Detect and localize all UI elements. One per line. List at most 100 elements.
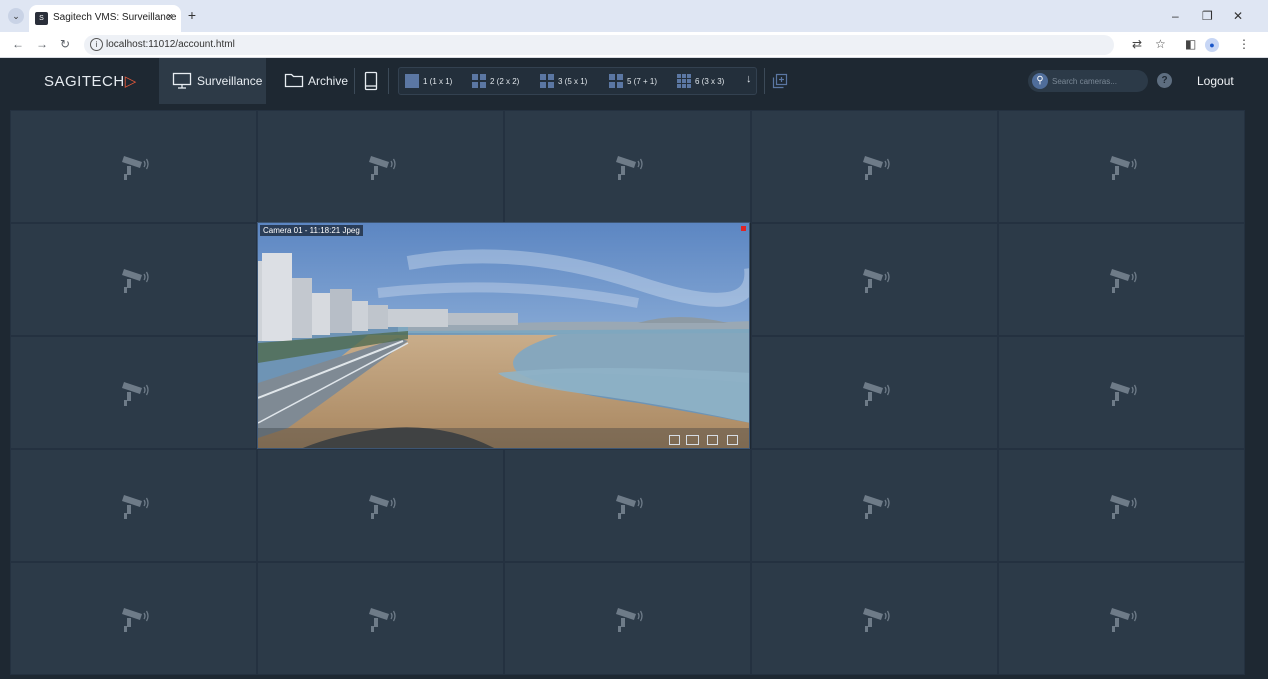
cctv-camera-icon xyxy=(118,604,150,634)
camera-cell-empty[interactable] xyxy=(257,562,504,675)
help-icon[interactable]: ? xyxy=(1157,73,1172,88)
camera-cell-empty[interactable] xyxy=(998,336,1245,449)
camera-cell-empty[interactable] xyxy=(504,110,751,223)
cctv-camera-icon xyxy=(365,491,397,521)
camera-cell-empty[interactable] xyxy=(10,110,257,223)
forward-icon[interactable]: → xyxy=(36,37,48,51)
profile-avatar-icon[interactable]: ● xyxy=(1205,38,1219,52)
single-layout-icon xyxy=(405,74,419,88)
close-window-icon[interactable]: ✕ xyxy=(1233,9,1243,23)
cctv-camera-icon xyxy=(118,491,150,521)
archive-icon[interactable] xyxy=(707,435,718,445)
camera-search: ⚲ xyxy=(1028,70,1148,92)
cctv-camera-icon xyxy=(365,152,397,182)
divider xyxy=(388,68,389,94)
layout-7plus1-icon xyxy=(609,74,623,88)
sagitech-logo: SAGITECH▷ xyxy=(44,72,137,90)
search-input[interactable] xyxy=(1052,73,1142,89)
camera-cell-empty[interactable] xyxy=(10,336,257,449)
fullscreen-icon[interactable] xyxy=(669,435,680,445)
logo-text: SAGITECH xyxy=(44,73,125,90)
layout-label: 1 (1 x 1) xyxy=(423,77,453,86)
record-icon[interactable] xyxy=(686,435,699,445)
nav-archive-label: Archive xyxy=(308,74,349,88)
menu-kebab-icon[interactable]: ⋮ xyxy=(1238,37,1250,51)
tab-search-icon[interactable]: ⌄ xyxy=(8,8,24,24)
logout-button[interactable]: Logout xyxy=(1197,74,1234,88)
back-icon[interactable]: ← xyxy=(12,37,24,51)
cctv-camera-icon xyxy=(612,604,644,634)
search-icon[interactable]: ⚲ xyxy=(1032,73,1048,89)
favicon-icon: S xyxy=(35,12,48,25)
divider xyxy=(764,68,765,94)
cctv-camera-icon xyxy=(859,491,891,521)
camera-cell-empty[interactable] xyxy=(10,223,257,336)
cctv-camera-icon xyxy=(859,378,891,408)
layout-label: 2 (2 x 2) xyxy=(490,77,520,86)
layout-label: 5 (7 + 1) xyxy=(627,77,658,86)
omnibox[interactable]: i localhost:11012/account.html xyxy=(84,35,1114,55)
layout-label: 6 (3 x 3) xyxy=(695,77,725,86)
cctv-camera-icon xyxy=(118,265,150,295)
cctv-camera-icon xyxy=(859,604,891,634)
divider xyxy=(354,68,355,94)
camera-cell-empty[interactable] xyxy=(998,562,1245,675)
tablet-icon[interactable] xyxy=(364,71,378,91)
add-window-icon[interactable] xyxy=(772,73,788,89)
cctv-camera-icon xyxy=(859,152,891,182)
cctv-camera-icon xyxy=(612,491,644,521)
camera-feed-label: Camera 01 - 11:18:21 Jpeg xyxy=(260,225,363,236)
camera-cell-empty[interactable] xyxy=(751,336,998,449)
nav-archive[interactable]: Archive xyxy=(272,58,350,104)
layout-5x1-icon xyxy=(540,74,554,88)
reload-icon[interactable]: ↻ xyxy=(60,37,70,51)
translate-icon[interactable]: ⇄ xyxy=(1132,37,1142,51)
cctv-camera-icon xyxy=(1106,152,1138,182)
nav-surveillance[interactable]: Surveillance xyxy=(159,58,266,104)
cctv-camera-icon xyxy=(859,265,891,295)
cctv-camera-icon xyxy=(1106,604,1138,634)
new-tab-button[interactable]: + xyxy=(183,7,201,25)
restore-icon[interactable]: ❐ xyxy=(1202,9,1213,23)
tab-close-icon[interactable]: × xyxy=(167,11,173,23)
camera-cell-empty[interactable] xyxy=(504,562,751,675)
layout-selector: 1 (1 x 1) 2 (2 x 2) 3 (5 x 1) 5 (7 + 1) … xyxy=(398,67,757,95)
cctv-camera-icon xyxy=(365,604,397,634)
tab-title: Sagitech VMS: Surveillance xyxy=(53,12,177,23)
cctv-camera-icon xyxy=(118,152,150,182)
folder-icon xyxy=(284,73,304,88)
camera-cell-empty[interactable] xyxy=(751,110,998,223)
nav-surveillance-label: Surveillance xyxy=(197,74,263,88)
layout-label: 3 (5 x 1) xyxy=(558,77,588,86)
camera-feed-toolbar xyxy=(669,433,745,445)
camera-cell-empty[interactable] xyxy=(751,562,998,675)
download-icon[interactable] xyxy=(727,435,738,445)
layout-more-button[interactable]: ↓ xyxy=(746,73,752,93)
cctv-camera-icon xyxy=(612,152,644,182)
minimize-icon[interactable]: – xyxy=(1172,9,1179,23)
cctv-camera-icon xyxy=(1106,265,1138,295)
camera-cell-empty[interactable] xyxy=(10,449,257,562)
camera-cell-empty[interactable] xyxy=(257,110,504,223)
camera-cell-empty[interactable] xyxy=(998,449,1245,562)
cctv-camera-icon xyxy=(1106,378,1138,408)
bookmark-star-icon[interactable]: ☆ xyxy=(1155,37,1166,51)
side-panel-icon[interactable]: ◧ xyxy=(1185,37,1196,51)
address-bar: ← → ↻ i localhost:11012/account.html ⇄ ☆… xyxy=(0,32,1268,58)
camera-cell-empty[interactable] xyxy=(998,110,1245,223)
browser-tab[interactable]: S Sagitech VMS: Surveillance × xyxy=(29,5,181,32)
site-info-icon[interactable]: i xyxy=(90,38,103,51)
grid-2x2-icon xyxy=(472,74,486,88)
camera-cell-empty[interactable] xyxy=(10,562,257,675)
camera-cell-empty[interactable] xyxy=(504,449,751,562)
camera-feed-tile[interactable]: Camera 01 - 11:18:21 Jpeg xyxy=(257,222,750,449)
camera-cell-empty[interactable] xyxy=(257,449,504,562)
cctv-camera-icon xyxy=(1106,491,1138,521)
grid-3x3-icon xyxy=(677,74,691,88)
app-toolbar: SAGITECH▷ Surveillance Archive 1 (1 x 1)… xyxy=(0,58,1268,104)
camera-cell-empty[interactable] xyxy=(751,449,998,562)
camera-cell-empty[interactable] xyxy=(998,223,1245,336)
cctv-camera-icon xyxy=(118,378,150,408)
camera-cell-empty[interactable] xyxy=(751,223,998,336)
monitor-icon xyxy=(172,72,192,89)
